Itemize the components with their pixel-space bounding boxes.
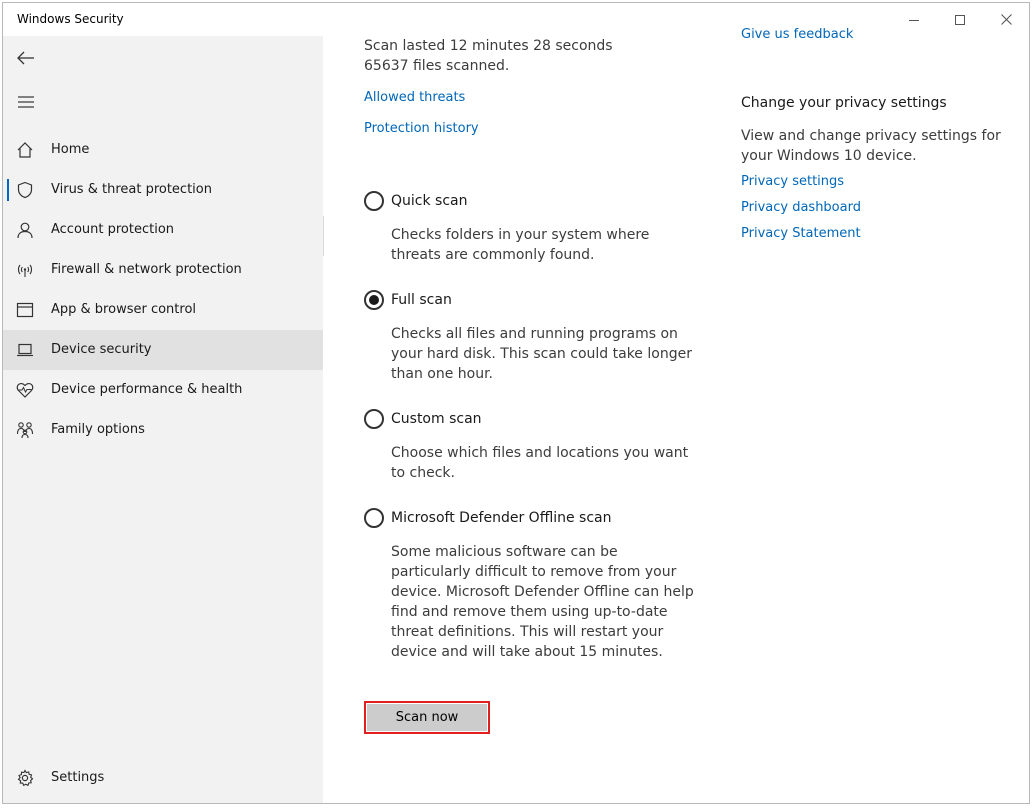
wifi-icon: [15, 260, 35, 280]
sidebar-item-home[interactable]: Home: [3, 130, 323, 170]
laptop-icon: [15, 340, 35, 360]
heart-pulse-icon: [15, 380, 35, 400]
person-icon: [15, 220, 35, 240]
maximize-button[interactable]: [937, 3, 983, 36]
sidebar-item-firewall-network-protection[interactable]: Firewall & network protection: [3, 250, 323, 290]
custom-scan-label[interactable]: Custom scan: [391, 411, 482, 427]
minimize-icon: [909, 19, 919, 21]
full-scan-radio[interactable]: [364, 290, 384, 310]
sidebar-item-settings[interactable]: Settings: [3, 758, 323, 798]
gear-icon: [15, 768, 35, 788]
privacy-heading: Change your privacy settings: [741, 95, 947, 111]
quick-scan-label[interactable]: Quick scan: [391, 193, 467, 209]
sidebar-item-label: Home: [51, 142, 90, 157]
quick-scan-radio[interactable]: [364, 191, 384, 211]
custom-scan-radio[interactable]: [364, 409, 384, 429]
browser-window-icon: [15, 300, 35, 320]
protection-history-link[interactable]: Protection history: [364, 121, 479, 136]
custom-scan-description: Choose which files and locations you wan…: [391, 445, 689, 481]
close-button[interactable]: [983, 3, 1029, 36]
allowed-threats-link[interactable]: Allowed threats: [364, 90, 465, 105]
back-arrow-icon: [17, 51, 34, 65]
sidebar-item-label: Device security: [51, 342, 152, 357]
sidebar-item-label: Settings: [51, 770, 105, 785]
offline-scan-radio[interactable]: [364, 508, 384, 528]
files-scanned-text: 65637 files scanned.: [364, 58, 510, 74]
privacy-dashboard-link[interactable]: Privacy dashboard: [741, 200, 861, 215]
sidebar-item-label: Firewall & network protection: [51, 262, 242, 277]
sidebar-item-label: Account protection: [51, 222, 175, 237]
offline-scan-label[interactable]: Microsoft Defender Offline scan: [391, 510, 612, 526]
home-icon: [15, 140, 35, 160]
scan-duration-text: Scan lasted 12 minutes 28 seconds: [364, 38, 613, 54]
family-icon: [15, 420, 35, 440]
full-scan-description: Checks all files and running programs on…: [391, 326, 692, 382]
hamburger-menu-button[interactable]: [11, 88, 41, 116]
sidebar-item-app-browser-control[interactable]: App & browser control: [3, 290, 323, 330]
sidebar-item-device-performance-health[interactable]: Device performance & health: [3, 370, 323, 410]
sidebar-item-family-options[interactable]: Family options: [3, 410, 323, 450]
hamburger-icon: [18, 96, 34, 108]
sidebar-item-device-security[interactable]: Device security: [3, 330, 323, 370]
privacy-description: View and change privacy settings for you…: [741, 128, 1001, 164]
sidebar-item-label: App & browser control: [51, 302, 197, 317]
sidebar-item-label: Virus & threat protection: [51, 182, 212, 197]
privacy-settings-link[interactable]: Privacy settings: [741, 174, 844, 189]
quick-scan-description: Checks folders in your system where thre…: [391, 227, 650, 263]
windows-security-window: Windows Security Home Virus & threat pro…: [2, 2, 1030, 804]
scan-now-button[interactable]: Scan now: [367, 704, 487, 731]
close-icon: [1000, 14, 1012, 25]
sidebar-item-virus-threat-protection[interactable]: Virus & threat protection: [3, 170, 323, 210]
privacy-statement-link[interactable]: Privacy Statement: [741, 226, 861, 241]
title-bar: Windows Security: [3, 3, 1029, 36]
sidebar: Home Virus & threat protection Account p…: [3, 36, 323, 803]
shield-icon: [15, 180, 35, 200]
maximize-icon: [955, 14, 965, 25]
sidebar-item-account-protection[interactable]: Account protection: [3, 210, 323, 250]
offline-scan-description: Some malicious software can be particula…: [391, 544, 694, 660]
back-button[interactable]: [11, 44, 41, 72]
minimize-button[interactable]: [891, 3, 937, 36]
give-feedback-link[interactable]: Give us feedback: [741, 27, 853, 42]
window-title: Windows Security: [17, 12, 124, 26]
sidebar-item-label: Family options: [51, 422, 145, 437]
main-content: Give us feedback Scan lasted 12 minutes …: [324, 27, 1029, 803]
sidebar-item-label: Device performance & health: [51, 382, 243, 397]
full-scan-label[interactable]: Full scan: [391, 292, 452, 308]
